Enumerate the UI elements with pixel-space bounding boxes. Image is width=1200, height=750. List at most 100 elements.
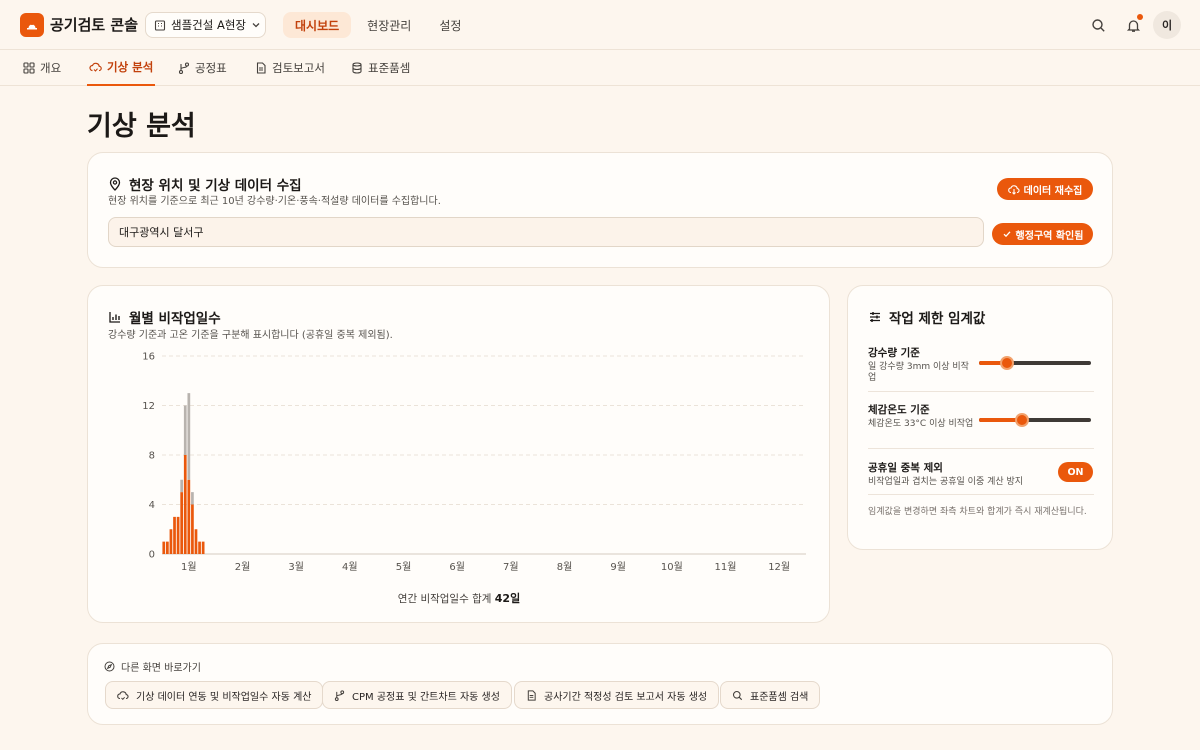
region-confirmed-button[interactable]: 행정구역 확인됨 xyxy=(992,223,1093,245)
divider xyxy=(868,494,1094,495)
bar-heat xyxy=(191,492,194,505)
x-tick-label: 2월 xyxy=(235,561,251,573)
shortcut-weather[interactable]: 기상 데이터 연동 및 비작업일수 자동 계산 xyxy=(105,681,324,709)
location-subtitle: 현장 위치를 기준으로 최근 10년 강수량·기온·풍속·적설량 데이터를 수집… xyxy=(108,196,441,207)
heat-threshold-desc: 체감온도 33°C 이상 비작업 xyxy=(868,419,974,429)
cloud-icon xyxy=(89,61,102,73)
shortcuts-title-text: 다른 화면 바로가기 xyxy=(121,663,201,674)
slider-thumb[interactable] xyxy=(1000,356,1014,370)
x-tick-label: 1월 xyxy=(181,561,197,573)
shortcut-report[interactable]: 공사기간 적정성 검토 보고서 자동 생성 xyxy=(514,681,720,709)
notification-dot xyxy=(1137,14,1143,20)
search-button[interactable] xyxy=(1086,13,1110,37)
y-tick-label: 0 xyxy=(149,550,155,561)
slider-thumb[interactable] xyxy=(1014,413,1029,427)
tab-label: 개요 xyxy=(40,61,62,75)
x-tick-label: 12월 xyxy=(768,561,790,573)
location-title-text: 현장 위치 및 기상 데이터 수집 xyxy=(129,178,302,194)
monthly-chart-card: 월별 비작업일수 강수량 기준과 고온 기준을 구분해 표시합니다 (공휴일 중… xyxy=(87,285,830,623)
threshold-card: 작업 제한 임계값 강수량 기준 일 강수량 3mm 이상 비작업 체감온도 기… xyxy=(847,285,1113,550)
bar-rain xyxy=(194,529,198,554)
bar-rain xyxy=(176,516,180,554)
cloud-icon xyxy=(117,690,129,701)
x-tick-label: 8월 xyxy=(557,561,573,573)
shortcut-label: 공사기간 적정성 검토 보고서 자동 생성 xyxy=(544,691,708,703)
nav-settings[interactable]: 설정 xyxy=(427,12,473,38)
bar-rain xyxy=(166,541,169,554)
grid-icon xyxy=(23,62,35,74)
branch-icon xyxy=(178,62,190,74)
search-icon xyxy=(732,690,743,701)
x-tick-label: 7월 xyxy=(503,561,519,573)
tab-review-report[interactable]: 검토보고서 xyxy=(255,50,325,86)
bar-heat xyxy=(183,405,187,455)
document-icon xyxy=(526,689,537,701)
map-pin-icon xyxy=(108,177,122,191)
holiday-exclusion-toggle[interactable]: ON xyxy=(1058,462,1093,482)
page-title: 기상 분석 xyxy=(87,111,196,142)
app-title: 공기검토 콘솔 xyxy=(50,16,139,34)
bar-rain xyxy=(191,504,194,554)
holiday-exclusion-desc: 비작업일과 겹치는 공휴일 이중 계산 방지 xyxy=(868,477,1024,487)
branch-icon xyxy=(334,689,345,701)
bar-heat xyxy=(180,479,184,493)
section-tabs: 개요 기상 분석 공정표 검토보고서 표준품셈 xyxy=(0,50,1200,86)
recollect-label: 데이터 재수집 xyxy=(1023,185,1083,197)
bar-chart: 0 4 8 12 16 1월 2월 3월 4월 5월 6월 7월 8월 9월 10월 11월 12월 xyxy=(142,352,806,573)
divider xyxy=(868,391,1094,392)
divider xyxy=(868,448,1094,449)
confirmed-label: 행정구역 확인됨 xyxy=(1015,230,1084,242)
cloud-download-icon xyxy=(1007,184,1020,195)
shortcut-standard-search[interactable]: 표준품셈 검색 xyxy=(720,681,821,709)
recollect-data-button[interactable]: 데이터 재수집 xyxy=(997,178,1093,200)
rainfall-slider[interactable] xyxy=(979,356,1091,370)
tab-label: 공정표 xyxy=(195,61,227,75)
main-nav: 대시보드 현장관리 설정 xyxy=(283,12,473,38)
x-tick-label: 3월 xyxy=(288,561,304,573)
x-tick-label: 4월 xyxy=(342,561,358,573)
avatar[interactable]: 이 xyxy=(1153,11,1181,39)
x-tick-label: 11월 xyxy=(715,561,737,573)
bar-rain xyxy=(180,492,184,554)
annual-total-label: 연간 비작업일수 합계 xyxy=(397,593,492,605)
tab-weather-analysis[interactable]: 기상 분석 xyxy=(87,50,156,86)
annual-total: 연간 비작업일수 합계 42일 xyxy=(88,590,830,606)
threshold-title-text: 작업 제한 임계값 xyxy=(889,311,986,327)
location-input[interactable]: 대구광역시 달서구 xyxy=(108,217,984,247)
shortcut-label: 기상 데이터 연동 및 비작업일수 자동 계산 xyxy=(136,691,312,703)
y-tick-label: 12 xyxy=(142,401,155,412)
tab-standard-estimates[interactable]: 표준품셈 xyxy=(351,50,410,86)
shortcut-label: CPM 공정표 및 간트차트 자동 생성 xyxy=(352,691,500,703)
nav-dashboard[interactable]: 대시보드 xyxy=(283,12,352,38)
location-card: 현장 위치 및 기상 데이터 수집 현장 위치를 기준으로 최근 10년 강수량… xyxy=(87,152,1113,268)
x-tick-label: 10월 xyxy=(661,561,683,573)
tab-schedule[interactable]: 공정표 xyxy=(178,50,227,86)
shortcuts-card: 다른 화면 바로가기 기상 데이터 연동 및 비작업일수 자동 계산 CPM 공… xyxy=(87,643,1113,725)
x-tick-label: 6월 xyxy=(449,561,465,573)
x-tick-label: 9월 xyxy=(610,561,626,573)
heat-slider[interactable] xyxy=(979,413,1091,427)
sliders-icon xyxy=(868,310,882,324)
chevron-down-icon xyxy=(251,20,261,30)
tab-overview[interactable]: 개요 xyxy=(23,50,61,86)
notifications-button[interactable] xyxy=(1121,13,1145,37)
document-icon xyxy=(255,62,267,74)
annual-total-value: 42일 xyxy=(494,592,521,605)
check-icon xyxy=(1002,229,1012,239)
shortcut-label: 표준품셈 검색 xyxy=(750,691,809,703)
bar-rain xyxy=(198,541,201,554)
bar-rain xyxy=(187,479,191,554)
threshold-note: 임계값을 변경하면 좌측 차트와 합계가 즉시 재계산됩니다. xyxy=(868,507,1087,517)
rainfall-threshold-desc: 일 강수량 3mm 이상 비작업 xyxy=(868,362,969,383)
site-selector-label: 샘플건설 A현장 xyxy=(171,18,247,32)
site-selector[interactable]: 샘플건설 A현장 xyxy=(145,12,266,38)
y-tick-label: 16 xyxy=(142,352,155,363)
bar-rain xyxy=(183,455,187,554)
search-icon xyxy=(1091,18,1106,33)
bar-rain xyxy=(201,541,205,554)
nav-site-management[interactable]: 현장관리 xyxy=(355,12,423,38)
location-card-title: 현장 위치 및 기상 데이터 수집 xyxy=(108,174,302,194)
shortcuts-title: 다른 화면 바로가기 xyxy=(104,659,201,674)
building-icon xyxy=(154,19,166,31)
shortcut-cpm[interactable]: CPM 공정표 및 간트차트 자동 생성 xyxy=(322,681,512,709)
